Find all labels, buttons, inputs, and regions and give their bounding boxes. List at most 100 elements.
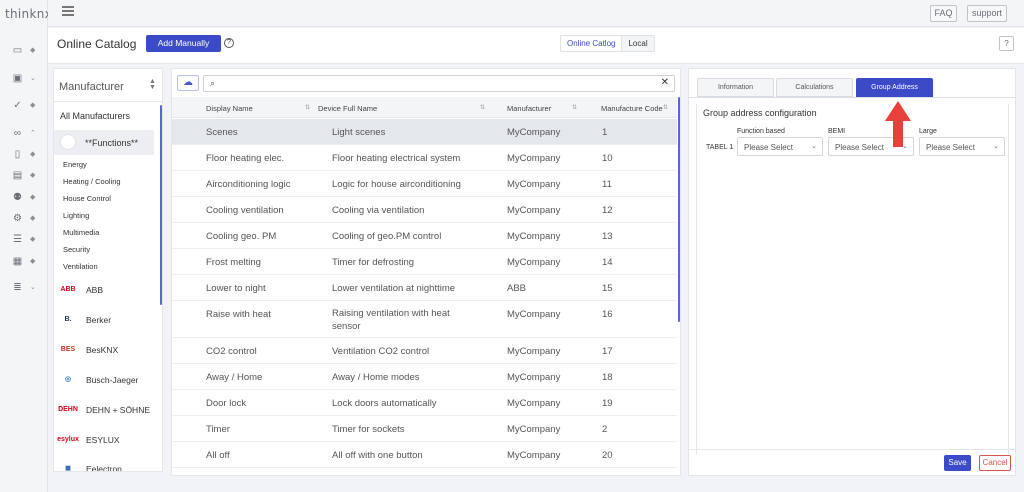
cell-manufacturer: MyCompany [507,309,561,320]
column-manufacturer[interactable]: Manufacturer [507,104,551,113]
table-row[interactable]: Airconditioning logic Logic for house air… [172,171,677,197]
sort-icon[interactable]: ⇅ [572,104,577,111]
cell-manufacture-code: 2 [602,424,608,435]
page-header: Online Catalog Add Manually ? Online Cat… [48,28,1024,64]
manufacturer-name: Berker [86,315,112,325]
manufacturer-item[interactable]: esylux ESYLUX [54,425,158,454]
sort-updown-icon[interactable]: ▲ ▼ [149,78,156,91]
subcategory-item[interactable]: Heating / Cooling [63,177,121,186]
support-button[interactable]: support [967,5,1007,22]
manufacturer-item[interactable]: ◼ Eelectron [54,454,158,472]
manufacturer-header[interactable]: Manufacturer ▲ ▼ [54,69,162,102]
rail-item[interactable]: ✓ ◆ [12,98,42,112]
subcategory-item[interactable]: Ventilation [63,262,98,271]
table-row[interactable]: Frost melting Timer for defrosting MyCompa… [172,249,677,275]
chevron-down-icon: ⌄ [993,143,999,150]
rail-item[interactable]: ▤ ◆ [12,168,42,182]
rail-item[interactable]: ⚙ ◆ [12,211,42,225]
toggle-local[interactable]: Local [621,36,654,51]
cell-manufacture-code: 19 [602,398,613,409]
cell-manufacturer: MyCompany [507,346,561,357]
clear-search-icon[interactable]: ✕ [661,77,669,88]
table-row[interactable]: Away / Home Away / Home modes MyCompany 18 [172,364,677,390]
brand-logo: ◼ [65,465,71,472]
tab-group-address[interactable]: Group Address [856,78,933,97]
cell-display-name: Lower to night [206,283,266,294]
manufacturer-item[interactable]: ABB ABB [54,275,158,304]
brand-logo: DEHN [58,405,78,413]
add-manually-button[interactable]: Add Manually [146,35,221,52]
help-icon[interactable]: ? [224,38,234,48]
subcategory-item[interactable]: Multimedia [63,228,99,237]
rail-item[interactable]: ▦ ◆ [12,254,42,268]
search-icon: ⌕ [210,78,216,88]
tab-information[interactable]: Information [697,78,774,97]
manufacturer-name: ESYLUX [86,435,120,445]
page-title: Online Catalog [57,37,137,51]
rail-item[interactable]: ▯ ◆ [12,147,42,161]
table-row[interactable]: Raise with heat Raising ventilation with … [172,301,677,338]
functions-item[interactable]: **Functions** [54,130,154,155]
cell-manufacturer: MyCompany [507,372,561,383]
cell-display-name: Raise with heat [206,309,271,320]
table-scrollbar[interactable] [678,97,680,322]
users-icon: ⚉ [13,191,22,203]
rail-item[interactable]: ⚉ ◆ [12,190,42,204]
faq-button[interactable]: FAQ [930,5,957,22]
sort-icon[interactable]: ⇅ [305,104,310,111]
all-manufacturers-item[interactable]: All Manufacturers [60,111,130,121]
manufacturer-item[interactable]: ◎ Busch-Jaeger [54,365,158,394]
manufacturer-scrollbar[interactable] [160,105,162,305]
function-based-select[interactable]: Please Select ⌄ [737,137,823,156]
cancel-button[interactable]: Cancel [979,455,1011,471]
sort-icon[interactable]: ⇅ [663,104,668,111]
table-row[interactable]: Floor heating elec. Floor heating electri… [172,145,677,171]
toggle-online-catalog[interactable]: Online Catlog [561,36,622,51]
save-button[interactable]: Save [944,455,971,471]
column-display-name[interactable]: Display Name [206,104,253,113]
cloud-icon[interactable]: ☁ [177,75,199,91]
table-header: Display Name ⇅ Device Full Name ⇅ Manufa… [172,97,677,118]
corner-help-button[interactable]: ? [999,36,1014,51]
manufacturer-item[interactable]: B. Berker [54,305,158,334]
rail-item[interactable]: ▣ ⌄ [12,71,42,85]
sort-icon[interactable]: ⇅ [480,104,485,111]
tab-calculations[interactable]: Calculations [776,78,853,97]
menu-icon[interactable] [62,6,74,17]
gallery-icon: ▦ [12,255,23,267]
subcategory-item[interactable]: Energy [63,160,87,169]
rail-item[interactable]: ≣ ⌄ [12,280,42,294]
column-manufacture-code[interactable]: Manufacture Code [601,104,663,113]
manufacturer-item[interactable]: DEHN DEHN + SÖHNE [54,395,158,424]
table-row[interactable]: Cooling geo. PM Cooling of geo.PM control… [172,223,677,249]
brand-logo: BES [60,345,76,353]
subcategory-item[interactable]: Security [63,245,90,254]
rail-item[interactable]: ☰ ◆ [12,232,42,246]
table-row[interactable]: All off All off with one button MyCompany 2… [172,442,677,468]
table-row[interactable]: Scenes Light scenes MyCompany 1 [172,119,677,145]
side-rail: thinknx ▭ ◆ ▣ ⌄ ✓ ◆ ∞ ⌃ ▯ ◆ ▤ ◆ ⚉ ◆ ⚙ ◆ ☰ ◆ ▦ ◆ ≣ ⌄ [0,0,52,492]
cell-display-name: Timer [206,424,230,435]
large-select[interactable]: Please Select ⌄ [919,137,1005,156]
manufacturer-item[interactable]: BES BesKNX [54,335,158,364]
document-icon: ▤ [12,169,23,181]
column-device-full-name[interactable]: Device Full Name [318,104,377,113]
table-row[interactable]: Lower to night Lower ventilation at night… [172,275,677,301]
group-address-title: Group address configuration [703,108,817,118]
table-row[interactable]: Door lock Lock doors automatically MyCompa… [172,390,677,416]
cell-manufacture-code: 1 [602,127,608,138]
column-function-based: Function based [737,128,785,135]
cell-manufacturer: MyCompany [507,450,561,461]
cell-manufacture-code: 13 [602,231,613,242]
rail-item[interactable]: ▭ ◆ [12,43,42,57]
table-row[interactable]: Timer Timer for sockets MyCompany 2 [172,416,677,442]
table-row[interactable]: CO2 control Ventilation CO2 control MyComp… [172,338,677,364]
rail-item[interactable]: ∞ ⌃ [12,126,42,140]
app-logo[interactable]: thinknx [5,7,52,21]
table-row[interactable]: Cooling ventilation Cooling via ventilati… [172,197,677,223]
subcategory-item[interactable]: House Control [63,194,111,203]
subcategory-item[interactable]: Lighting [63,211,89,220]
check-icon: ✓ [13,99,22,111]
search-input[interactable] [222,77,642,90]
cell-display-name: Airconditioning logic [206,179,291,190]
